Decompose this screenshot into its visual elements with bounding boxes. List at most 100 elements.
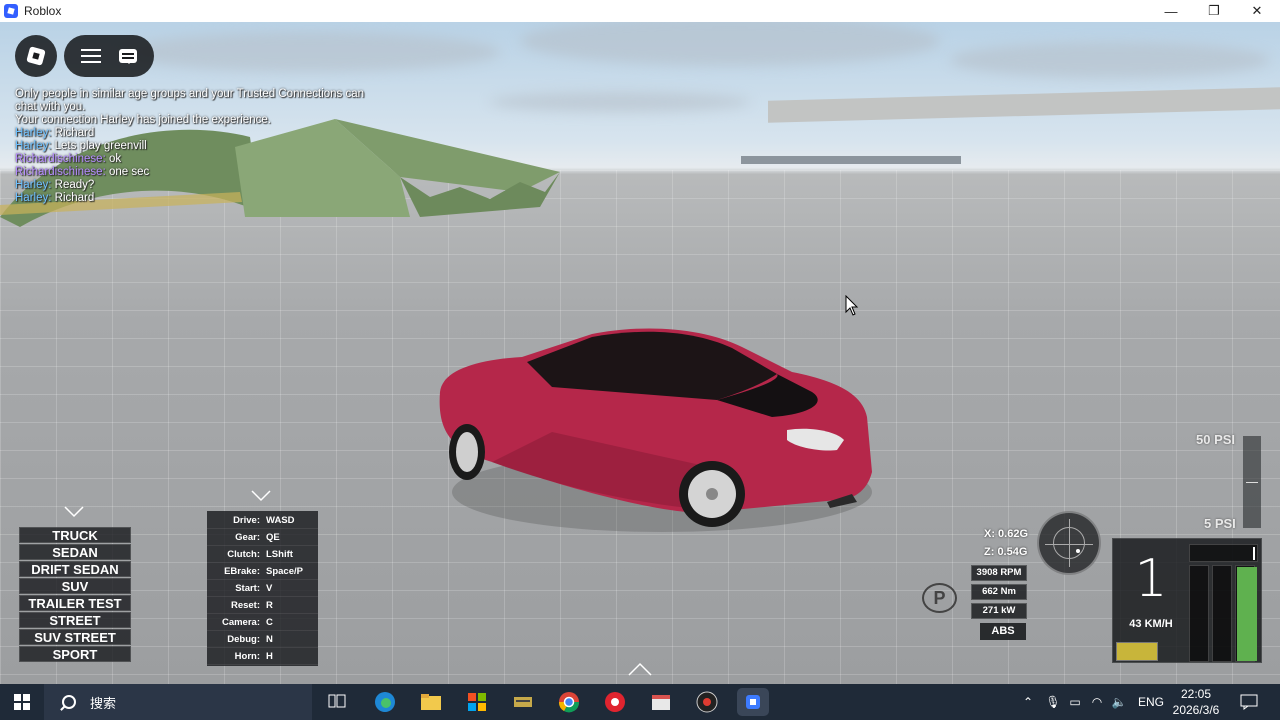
steam-like-icon[interactable] — [693, 688, 721, 716]
window-title: Roblox — [24, 4, 62, 18]
control-key: Clutch: — [227, 548, 260, 560]
battery-icon[interactable]: ▭ — [1064, 695, 1086, 709]
chat-text: Richard — [51, 192, 95, 204]
vehicle-button-street[interactable]: STREET — [19, 612, 131, 628]
controls-chevron-icon[interactable] — [251, 490, 271, 502]
chat-sender: Harley: — [15, 192, 52, 204]
fuel-gauge — [1116, 642, 1158, 661]
minimize-button[interactable]: — — [1149, 0, 1193, 22]
start-button[interactable] — [0, 684, 44, 720]
roblox-taskbar-icon[interactable] — [737, 688, 769, 716]
app-icon[interactable] — [509, 688, 537, 716]
control-key: Drive: — [233, 514, 260, 526]
window-title-bar: Roblox — ❐ ✕ — [0, 0, 1280, 22]
chat-sender: Richardischinese: — [15, 166, 106, 178]
control-value: QE — [266, 531, 280, 543]
restore-button[interactable]: ❐ — [1192, 0, 1236, 22]
vehicle-button-sedan[interactable]: SEDAN — [19, 544, 131, 560]
chat-text: ok — [105, 153, 122, 165]
boost-psi-min: 5 PSI — [1204, 516, 1236, 531]
clock-date: 2026/3/6 — [1172, 703, 1220, 717]
control-key: Horn: — [234, 650, 260, 662]
g-meter-crosshair — [1069, 519, 1070, 567]
control-key: EBrake: — [224, 565, 260, 577]
vehicle-button-sport[interactable]: SPORT — [19, 646, 131, 662]
boost-psi-max: 50 PSI — [1196, 432, 1236, 447]
edge-browser-icon[interactable] — [371, 688, 399, 716]
control-row: Clutch: LShift — [207, 546, 318, 563]
cloud — [520, 22, 940, 66]
volume-icon[interactable]: 🔈 — [1108, 695, 1130, 709]
roblox-logo-icon — [26, 46, 46, 66]
search-placeholder: 搜索 — [90, 695, 117, 711]
hamburger-menu-icon[interactable] — [81, 49, 101, 63]
chat-message: Richardischinese: one sec — [15, 166, 415, 179]
rpm-bar — [1189, 544, 1258, 562]
vehicle-button-truck[interactable]: TRUCK — [19, 527, 131, 543]
system-tray: ⌃ 🎙 ▭ ◠ 🔈 ENG — [1020, 684, 1164, 720]
control-row: Reset: R — [207, 597, 318, 614]
tray-expand-chevron-icon[interactable]: ⌃ — [1020, 695, 1036, 709]
vehicle-button-drift-sedan[interactable]: DRIFT SEDAN — [19, 561, 131, 577]
task-view-icon[interactable] — [323, 688, 351, 716]
vehicle-button-suv-street[interactable]: SUV STREET — [19, 629, 131, 645]
chat-message: Harley: Ready? — [15, 179, 415, 192]
vehicle-button-trailer-test[interactable]: TRAILER TEST — [19, 595, 131, 611]
chrome-icon[interactable] — [555, 688, 583, 716]
notification-icon[interactable] — [1240, 684, 1260, 720]
chat-message: Harley: Richard — [15, 192, 415, 205]
chat-sender: Harley: — [15, 127, 52, 139]
chat-message: Harley: Lets play greenvill — [15, 140, 415, 153]
store-icon[interactable] — [463, 688, 491, 716]
parking-brake-icon: P — [922, 583, 957, 613]
boost-gauge-bar — [1243, 436, 1261, 528]
throttle-bar — [1237, 567, 1257, 661]
gear-indicator: 1 — [1134, 549, 1168, 609]
control-value: C — [266, 616, 273, 628]
control-key: Reset: — [230, 599, 260, 611]
control-value: R — [266, 599, 273, 611]
window-app-icon[interactable] — [647, 688, 675, 716]
control-value: WASD — [266, 514, 295, 526]
control-key: Start: — [235, 582, 260, 594]
roblox-app-icon — [4, 4, 18, 18]
search-icon — [62, 695, 76, 709]
speed-readout: 43 KM/H — [1129, 618, 1173, 630]
game-viewport[interactable]: Only people in similar age groups and yo… — [0, 22, 1280, 684]
close-button[interactable]: ✕ — [1235, 0, 1279, 22]
elevated-platform — [768, 87, 1280, 123]
chat-message: Harley: Richard — [15, 127, 415, 140]
taskbar-search-box[interactable]: 搜索 — [44, 684, 312, 720]
dashboard-gauge: 1 43 KM/H — [1112, 538, 1262, 663]
cloud — [490, 92, 750, 112]
chat-icon[interactable] — [119, 49, 137, 64]
control-key: Debug: — [227, 633, 260, 645]
boost-gauge-tick — [1246, 482, 1258, 483]
taskbar-clock[interactable]: 22:05 2026/3/6 — [1162, 684, 1230, 720]
g-force-meter — [1037, 511, 1101, 575]
vehicle-button-suv[interactable]: SUV — [19, 578, 131, 594]
control-row: EBrake: Space/P — [207, 563, 318, 580]
roblox-menu-button[interactable] — [15, 35, 57, 77]
red-sedan-car — [439, 328, 872, 532]
wifi-icon[interactable]: ◠ — [1086, 695, 1108, 709]
vehicle-list-chevron-icon[interactable] — [64, 506, 84, 518]
g-force-x: X: 0.62G — [984, 528, 1029, 540]
cloud — [120, 32, 500, 72]
recorder-app-icon[interactable] — [601, 688, 629, 716]
torque-readout: 662 Nm — [971, 584, 1027, 600]
input-language[interactable]: ENG — [1138, 695, 1164, 709]
controls-panel: Drive: WASD Gear: QE Clutch: LShift EBrake:… — [207, 511, 318, 666]
vehicle-list: TRUCK SEDAN DRIFT SEDAN SUV TRAILER TEST… — [19, 527, 131, 663]
control-row: Horn: H — [207, 648, 318, 665]
menu-chat-pill — [64, 35, 154, 77]
chevron-up-icon[interactable] — [628, 662, 652, 676]
chat-text: Lets play greenvill — [51, 140, 147, 152]
clutch-bar — [1189, 565, 1209, 662]
chat-log: Only people in similar age groups and yo… — [15, 88, 415, 205]
file-explorer-icon[interactable] — [417, 688, 445, 716]
chat-system-line: Only people in similar age groups and yo… — [15, 88, 365, 100]
chat-sender: Harley: — [15, 179, 52, 191]
chat-text: one sec — [105, 166, 150, 178]
microphone-icon[interactable]: 🎙 — [1042, 695, 1064, 709]
